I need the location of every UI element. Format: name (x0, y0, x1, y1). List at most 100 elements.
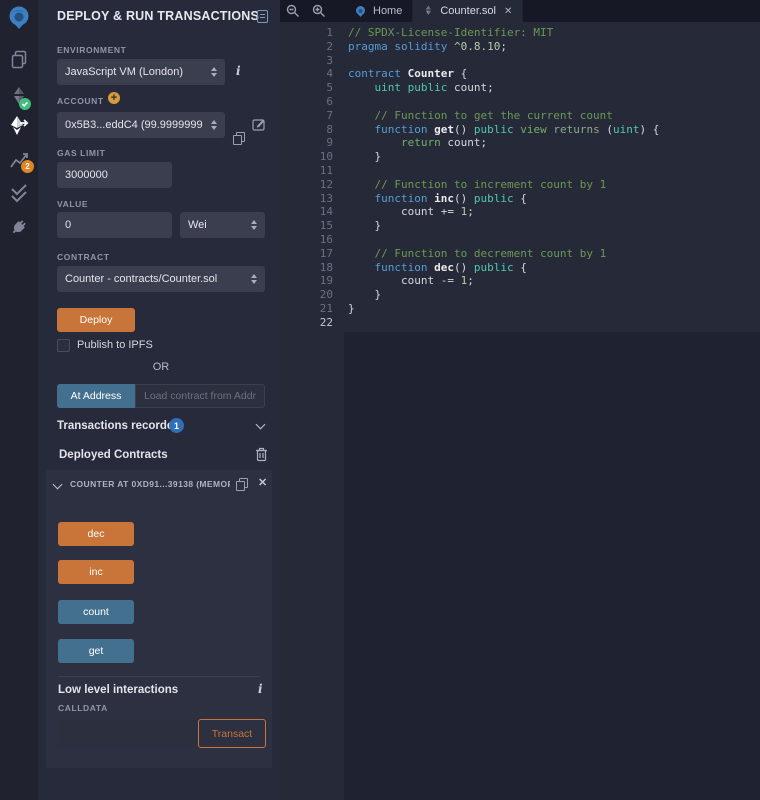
remix-logo-icon[interactable] (0, 4, 38, 32)
code-line[interactable]: 11 (280, 164, 760, 178)
line-content: function dec() public { (333, 261, 527, 275)
code-line[interactable]: 17 // Function to decrement count by 1 (280, 247, 760, 261)
copy-account-icon[interactable] (233, 132, 244, 144)
copy-address-icon[interactable] (236, 478, 247, 490)
environment-value: JavaScript VM (London) (65, 66, 183, 78)
contract-fn-get-button[interactable]: get (58, 639, 134, 663)
code-line[interactable]: 3 (280, 54, 760, 68)
deploy-and-run-icon[interactable] (0, 114, 38, 138)
code-line[interactable]: 4contract Counter { (280, 67, 760, 81)
account-select[interactable]: 0x5B3...eddC4 (99.9999999 (57, 112, 225, 138)
code-line[interactable]: 12 // Function to increment count by 1 (280, 178, 760, 192)
gas-limit-input[interactable]: 3000000 (57, 162, 172, 188)
unit-testing-icon[interactable] (0, 181, 38, 205)
code-line[interactable]: 2pragma solidity ^0.8.10; (280, 40, 760, 54)
contract-fn-count-button[interactable]: count (58, 600, 134, 624)
line-number: 13 (280, 192, 333, 206)
line-content: } (333, 302, 355, 316)
file-explorer-icon[interactable] (0, 48, 38, 70)
code-line[interactable]: 16 (280, 233, 760, 247)
line-number: 11 (280, 164, 333, 178)
deploy-button[interactable]: Deploy (57, 308, 135, 332)
line-number: 3 (280, 54, 333, 68)
remove-contract-icon[interactable]: ✕ (258, 476, 267, 489)
plugin-manager-icon[interactable] (0, 215, 38, 239)
analytics-icon[interactable]: 2 (0, 148, 38, 172)
deployed-contracts-label: Deployed Contracts (59, 449, 168, 461)
select-caret-icon (251, 274, 257, 284)
line-content (333, 54, 348, 68)
code-viewport[interactable]: 1// SPDX-License-Identifier: MIT2pragma … (280, 22, 760, 800)
code-line[interactable]: 22 (280, 316, 760, 330)
code-line[interactable]: 7 // Function to get the current count (280, 109, 760, 123)
code-line[interactable]: 9 return count; (280, 136, 760, 150)
select-caret-icon (251, 220, 257, 230)
value-input[interactable]: 0 (57, 212, 172, 238)
line-content: } (333, 288, 381, 302)
line-content: count -= 1; (333, 274, 474, 288)
solidity-compiler-icon[interactable] (0, 84, 38, 112)
environment-label: ENVIRONMENT (57, 45, 126, 55)
at-address-button[interactable]: At Address (57, 384, 135, 408)
zoom-in-icon[interactable] (306, 0, 332, 22)
line-content (333, 233, 348, 247)
code-line[interactable]: 8 function get() public view returns (ui… (280, 123, 760, 137)
line-content: } (333, 150, 381, 164)
line-content: // Function to increment count by 1 (333, 178, 606, 192)
publish-ipfs-label: Publish to IPFS (77, 339, 153, 351)
contract-label: CONTRACT (57, 252, 110, 262)
calldata-label: CALLDATA (58, 703, 108, 713)
contract-select[interactable]: Counter - contracts/Counter.sol (57, 266, 265, 292)
code-line[interactable]: 6 (280, 95, 760, 109)
line-number: 15 (280, 219, 333, 233)
code-line[interactable]: 10 } (280, 150, 760, 164)
code-line[interactable]: 18 function dec() public { (280, 261, 760, 275)
add-account-icon[interactable]: + (108, 92, 120, 104)
contract-collapse-icon[interactable] (53, 480, 63, 490)
code-line[interactable]: 19 count -= 1; (280, 274, 760, 288)
line-number: 19 (280, 274, 333, 288)
remix-logo-icon (354, 5, 367, 18)
contract-fn-inc-button[interactable]: inc (58, 560, 134, 584)
documentation-icon[interactable] (257, 10, 268, 23)
value-unit-select[interactable]: Wei (180, 212, 265, 238)
line-number: 10 (280, 150, 333, 164)
code-line[interactable]: 1// SPDX-License-Identifier: MIT (280, 26, 760, 40)
low-level-info-icon[interactable]: i (258, 682, 263, 696)
line-content: // Function to get the current count (333, 109, 613, 123)
activity-bar: 2 (0, 0, 38, 800)
environment-info-icon[interactable]: i (236, 64, 241, 78)
line-number: 17 (280, 247, 333, 261)
line-content: contract Counter { (333, 67, 467, 81)
transactions-chevron-icon[interactable] (256, 420, 266, 430)
line-number: 12 (280, 178, 333, 192)
code-line[interactable]: 21} (280, 302, 760, 316)
at-address-input[interactable] (135, 384, 265, 408)
calldata-input[interactable] (58, 720, 198, 747)
code-line[interactable]: 13 function inc() public { (280, 192, 760, 206)
card-divider (58, 676, 260, 677)
line-number: 8 (280, 123, 333, 137)
code-line[interactable]: 20 } (280, 288, 760, 302)
code-line[interactable]: 15 } (280, 219, 760, 233)
select-caret-icon (211, 67, 217, 77)
publish-ipfs-checkbox[interactable] (57, 339, 70, 352)
line-content (333, 164, 348, 178)
analytics-badge: 2 (21, 160, 34, 173)
line-number: 22 (280, 316, 333, 330)
tab-home[interactable]: Home (344, 0, 413, 22)
zoom-out-icon[interactable] (280, 0, 306, 22)
line-number: 5 (280, 81, 333, 95)
code-line[interactable]: 5 uint public count; (280, 81, 760, 95)
environment-select[interactable]: JavaScript VM (London) (57, 59, 225, 85)
contract-value: Counter - contracts/Counter.sol (65, 273, 217, 285)
contract-fn-dec-button[interactable]: dec (58, 522, 134, 546)
line-number: 18 (280, 261, 333, 275)
tab-counter-sol[interactable]: Counter.sol ✕ (413, 0, 523, 22)
close-tab-icon[interactable]: ✕ (504, 6, 512, 17)
line-content: uint public count; (333, 81, 494, 95)
edit-account-icon[interactable] (252, 117, 266, 131)
transact-button[interactable]: Transact (198, 719, 266, 748)
clear-deployed-icon[interactable] (255, 447, 268, 462)
code-line[interactable]: 14 count += 1; (280, 205, 760, 219)
